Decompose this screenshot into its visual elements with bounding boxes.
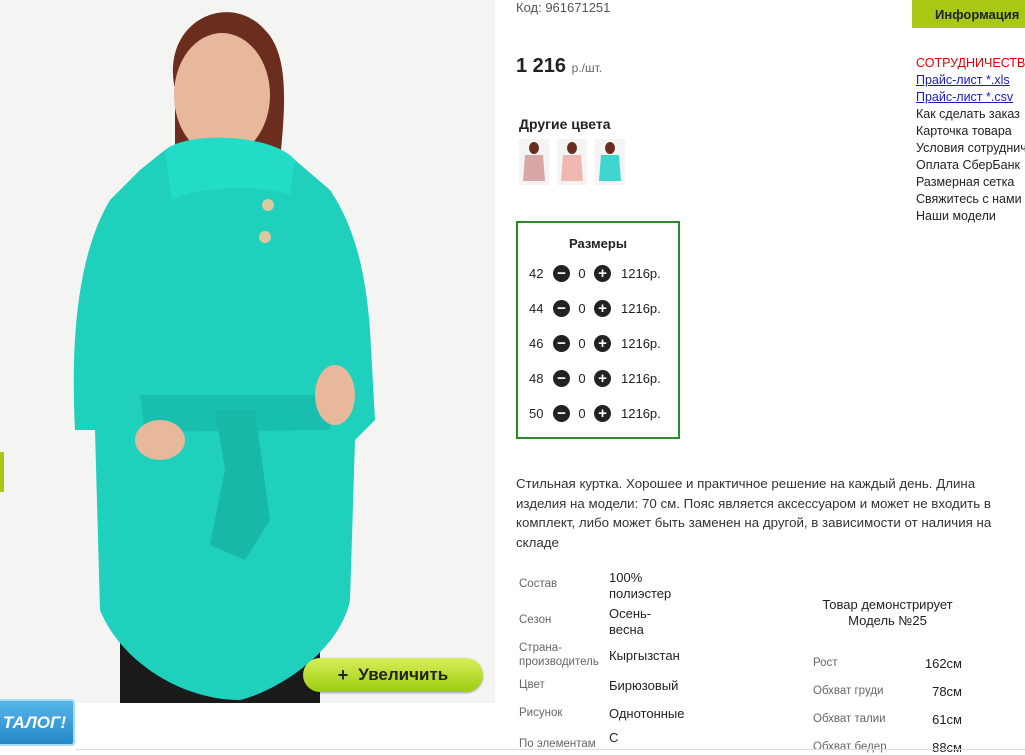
size-qty: 0 (578, 265, 586, 281)
plus-icon[interactable]: + (594, 334, 611, 352)
size-price: 1216р. (621, 265, 661, 281)
size-number: 46 (529, 335, 544, 351)
product-description: Стильная куртка. Хорошее и практичное ре… (516, 476, 992, 550)
plus-icon[interactable]: + (594, 404, 611, 422)
size-qty: 0 (578, 370, 586, 386)
minus-icon[interactable]: − (553, 299, 570, 317)
product-price: 1 216 р./шт. (516, 55, 602, 78)
size-price: 1216р. (621, 370, 661, 386)
color-thumb-2[interactable] (557, 139, 587, 185)
model-param-label: Обхват бедер (813, 741, 887, 753)
sidebar-link-terms[interactable]: Условия сотрудничества (916, 140, 1025, 157)
spec-value: Однотонные (609, 706, 685, 721)
size-price: 1216р. (621, 405, 661, 421)
size-qty: 0 (578, 300, 586, 316)
other-colors-title: Другие цвета (519, 116, 611, 132)
spec-value: С (609, 730, 619, 745)
sidebar-link-price-csv[interactable]: Прайс-лист *.csv (916, 89, 1025, 106)
zoom-label: Увеличить (358, 665, 449, 684)
size-number: 50 (529, 405, 544, 421)
plus-icon: + (337, 664, 349, 685)
sidebar-link-size-chart[interactable]: Размерная сетка (916, 174, 1025, 191)
size-number: 42 (529, 265, 544, 281)
size-price: 1216р. (621, 335, 661, 351)
spec-value: Осень-весна (609, 606, 652, 637)
model-param-label: Рост (813, 657, 838, 669)
sidebar-link-cooperation[interactable]: СОТРУДНИЧЕСТВО (916, 55, 1025, 72)
plus-icon[interactable]: + (594, 299, 611, 317)
sidebar-link-product-card[interactable]: Карточка товара (916, 123, 1025, 140)
sizes-box: Размеры 42 − 0 + 1216р. 44 − 0 + 1216р. … (516, 221, 680, 439)
tab-information[interactable]: Информация (912, 0, 1025, 28)
color-thumbnails (519, 139, 625, 185)
sidebar-link-payment[interactable]: Оплата СберБанк (916, 157, 1025, 174)
model-title-line1: Товар демонстрирует (822, 597, 953, 612)
minus-icon[interactable]: − (553, 264, 570, 282)
size-row: 50 − 0 + 1216р. (529, 403, 679, 423)
product-photo[interactable] (0, 0, 495, 703)
model-param-value: 162см (924, 656, 962, 671)
size-number: 44 (529, 300, 544, 316)
model-param-label: Обхват талии (813, 713, 886, 725)
size-qty: 0 (578, 405, 586, 421)
size-price: 1216р. (621, 300, 661, 316)
spec-label: Рисунок (519, 707, 563, 719)
size-row: 44 − 0 + 1216р. (529, 298, 679, 318)
price-value: 1 216 (516, 55, 567, 77)
spec-value: 100% полиэстер (609, 570, 672, 601)
minus-icon[interactable]: − (553, 334, 570, 352)
size-qty: 0 (578, 335, 586, 351)
zoom-button[interactable]: + Увеличить (303, 658, 483, 692)
color-thumb-1[interactable] (519, 139, 549, 185)
size-row: 48 − 0 + 1216р. (529, 368, 679, 388)
spec-label: Страна-производитель (519, 642, 599, 668)
minus-icon[interactable]: − (553, 404, 570, 422)
sidebar-link-price-xls[interactable]: Прайс-лист *.xls (916, 72, 1025, 89)
product-code: Код: 961671251 (516, 0, 611, 15)
color-swatch-3 (599, 155, 621, 181)
sidebar-link-models[interactable]: Наши модели (916, 208, 1025, 225)
spec-label: Сезон (519, 614, 552, 626)
side-accent-bar (0, 452, 4, 492)
jacket-model-illustration (0, 0, 495, 703)
size-row: 42 − 0 + 1216р. (529, 263, 679, 283)
model-title: Товар демонстрирует Модель №25 (800, 597, 975, 629)
spec-label: Состав (519, 578, 558, 590)
price-unit: р./шт. (571, 61, 603, 75)
color-swatch-1 (523, 155, 545, 181)
model-param-value: 78см (932, 684, 962, 699)
color-thumb-3[interactable] (595, 139, 625, 185)
color-swatch-2 (561, 155, 583, 181)
model-title-line2: Модель №25 (848, 613, 927, 628)
size-number: 48 (529, 370, 544, 386)
spec-label: Цвет (519, 679, 545, 691)
model-param-value: 61см (932, 712, 962, 727)
size-row: 46 − 0 + 1216р. (529, 333, 679, 353)
sidebar-links: СОТРУДНИЧЕСТВО Прайс-лист *.xls Прайс-ли… (916, 55, 1025, 225)
sidebar-link-how-to-order[interactable]: Как сделать заказ (916, 106, 1025, 123)
minus-icon[interactable]: − (553, 369, 570, 387)
sidebar-link-contact[interactable]: Свяжитесь с нами (916, 191, 1025, 208)
divider (75, 749, 1025, 750)
spec-value: Бирюзовый (609, 678, 679, 693)
plus-icon[interactable]: + (594, 264, 611, 282)
catalog-badge[interactable]: ТАЛОГ! (0, 699, 75, 746)
plus-icon[interactable]: + (594, 369, 611, 387)
model-param-label: Обхват груди (813, 685, 884, 697)
spec-value: Кыргызстан (609, 648, 680, 663)
sizes-title: Размеры (569, 236, 627, 251)
